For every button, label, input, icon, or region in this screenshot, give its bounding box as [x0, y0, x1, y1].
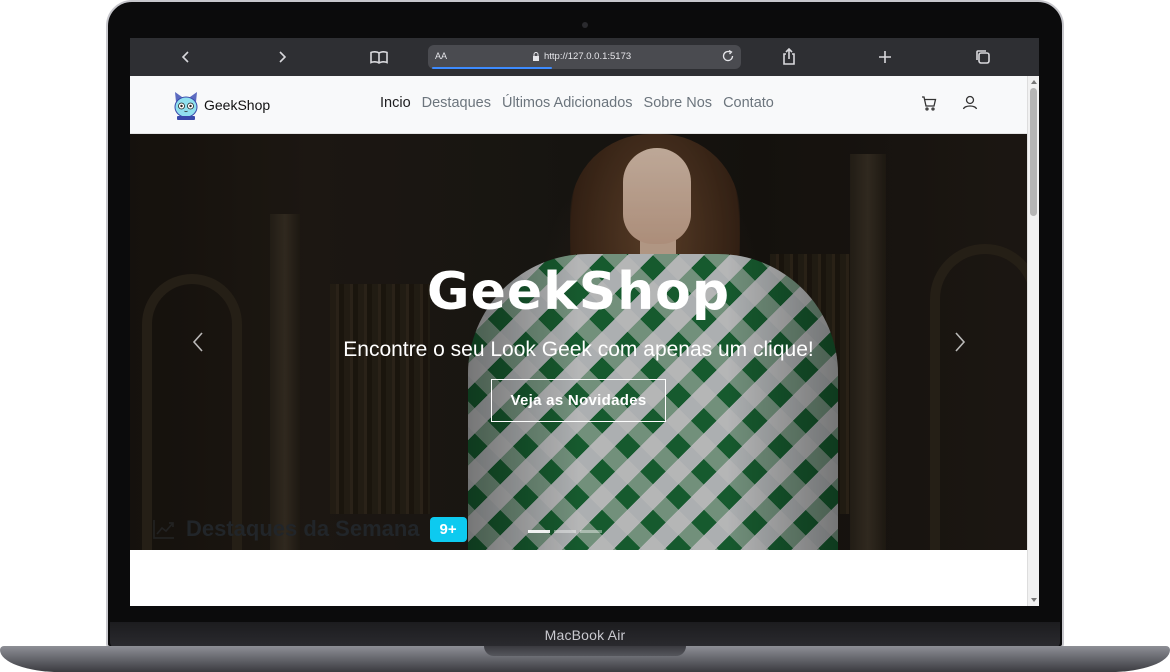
laptop-mockup: AA http://127.0.0.1:5173 GeekShop Incio …	[0, 0, 1170, 672]
lock-icon	[533, 52, 539, 61]
screen: AA http://127.0.0.1:5173 GeekShop Incio …	[130, 38, 1039, 606]
laptop-notch	[484, 646, 686, 656]
cat-logo-icon	[174, 92, 198, 120]
scroll-up-arrow[interactable]	[1031, 80, 1037, 84]
section-title: Destaques da Semana	[186, 516, 420, 541]
carousel-indicators	[528, 530, 602, 533]
hero-subtitle: Encontre o seu Look Geek com apenas um c…	[343, 338, 814, 361]
hero-cta-button[interactable]: Veja as Novidades	[491, 379, 666, 422]
nav-link-ultimos-adicionados[interactable]: Últimos Adicionados	[502, 95, 633, 111]
share-button[interactable]	[776, 45, 802, 69]
chart-line-icon	[153, 520, 174, 539]
nav-link-inicio[interactable]: Incio	[380, 95, 411, 111]
web-page: GeekShop Incio Destaques Últimos Adicion…	[130, 76, 1027, 606]
brand-name[interactable]: GeekShop	[204, 97, 270, 113]
forward-button[interactable]	[269, 45, 295, 69]
section-heading: Destaques da Semana 9+	[152, 516, 467, 542]
reload-icon[interactable]	[721, 49, 735, 63]
address-bar[interactable]: AA http://127.0.0.1:5173	[428, 45, 741, 69]
carousel-indicator[interactable]	[554, 530, 576, 533]
nav-link-sobre-nos[interactable]: Sobre Nos	[644, 95, 713, 111]
tabs-icon	[976, 50, 990, 64]
hero-carousel: GeekShop Encontre o seu Look Geek com ap…	[130, 134, 1027, 550]
carousel-indicator[interactable]	[528, 530, 550, 533]
load-progress	[432, 67, 552, 69]
nav-links: Incio Destaques Últimos Adicionados Sobr…	[380, 95, 774, 111]
scroll-thumb[interactable]	[1030, 88, 1037, 216]
nav-link-destaques[interactable]: Destaques	[422, 95, 491, 111]
device-label: MacBook Air	[544, 627, 626, 643]
camera	[582, 22, 588, 28]
user-button[interactable]	[961, 94, 979, 112]
url-text[interactable]: http://127.0.0.1:5173	[544, 51, 631, 62]
share-icon	[783, 48, 795, 65]
browser-toolbar: AA http://127.0.0.1:5173	[130, 38, 1039, 76]
cart-button[interactable]	[920, 94, 938, 112]
hero-title: GeekShop	[426, 262, 731, 322]
count-badge: 9+	[429, 516, 467, 542]
plus-icon	[879, 51, 891, 63]
chevron-right-icon	[279, 51, 287, 63]
user-icon	[962, 95, 978, 110]
cart-icon	[922, 96, 937, 111]
tabs-overview-button[interactable]	[970, 45, 996, 69]
scroll-down-arrow[interactable]	[1031, 598, 1037, 602]
navbar: GeekShop Incio Destaques Últimos Adicion…	[130, 76, 1027, 134]
page-scrollbar[interactable]	[1027, 76, 1039, 606]
brand[interactable]: GeekShop	[172, 90, 270, 120]
carousel-indicator[interactable]	[580, 530, 602, 533]
new-tab-button[interactable]	[872, 45, 898, 69]
book-icon	[370, 51, 388, 64]
bookmarks-button[interactable]	[366, 45, 392, 69]
chevron-left-icon	[181, 51, 189, 63]
nav-link-contato[interactable]: Contato	[723, 95, 774, 111]
back-button[interactable]	[173, 45, 199, 69]
reader-mode-label[interactable]: AA	[435, 51, 447, 61]
